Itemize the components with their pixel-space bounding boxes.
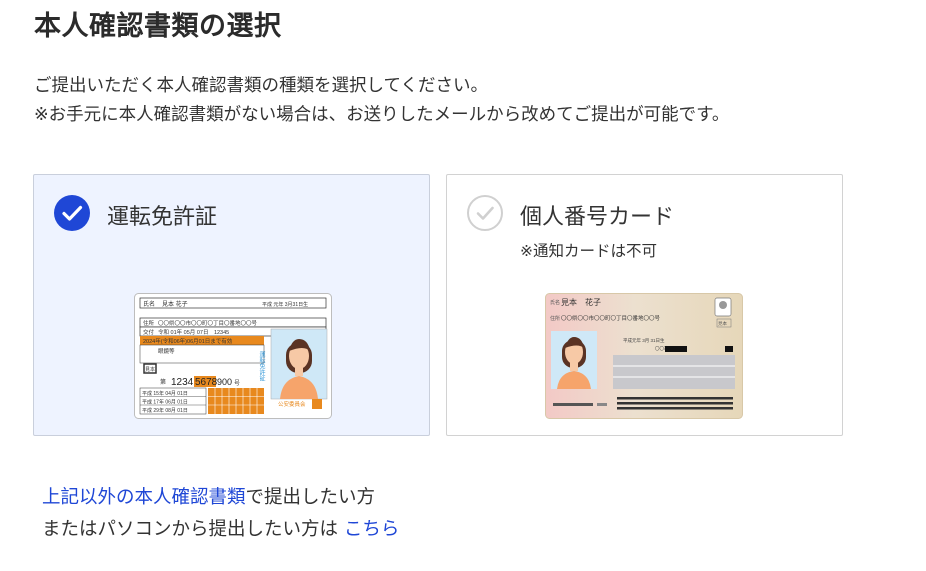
footer-line-1: 上記以外の本人確認書類で提出したい方: [42, 482, 399, 514]
license-number-suffix: 号: [234, 380, 240, 387]
license-name: 見本 花子: [162, 300, 188, 308]
license-address-tag: 住所: [143, 319, 155, 327]
license-authority: 公安委員会: [278, 400, 306, 408]
option-drivers-license[interactable]: 運転免許証 氏名 見本 花子 平成 元年 3月31日生 住所 〇〇県〇〇市〇〇町…: [33, 174, 430, 436]
drivers-license-image: 氏名 見本 花子 平成 元年 3月31日生 住所 〇〇県〇〇市〇〇町〇丁目〇番地…: [134, 293, 332, 419]
license-issue: 令和 01年 05月 07日 12345: [158, 328, 229, 336]
page-description: ご提出いただく本人確認書類の種類を選択してください。 ※お手元に本人確認書類がな…: [34, 72, 729, 130]
license-history-2: 平成 17年 06月 01日: [142, 399, 188, 406]
description-line-2: ※お手元に本人確認書類がない場合は、お送りしたメールから改めてご提出が可能です。: [34, 105, 730, 125]
footer-line-2: またはパソコンから提出したい方は こちら: [42, 514, 399, 546]
license-birth: 平成 元年 3月31日生: [262, 301, 308, 308]
check-circle-outline-icon: [467, 195, 503, 231]
license-type-vertical: 運転免許証: [258, 351, 265, 382]
my-number-card-image: 氏名 見本 花子 住所 〇〇県〇〇市〇〇町〇丁目〇番地〇〇号 平成元年 3月 3…: [545, 293, 743, 419]
license-history-1: 平成 15年 04月 01日: [142, 390, 188, 397]
pc-submission-link[interactable]: こちら: [344, 519, 400, 540]
license-issue-tag: 交付: [143, 328, 155, 336]
mynumber-note-1: 平成元年 3月 31日生: [623, 337, 665, 344]
license-address: 〇〇県〇〇市〇〇町〇丁目〇番地〇〇号: [158, 319, 258, 327]
license-validity: 2024年(令和06年)06月01日まで有効: [143, 337, 233, 345]
mynumber-name: 見本 花子: [561, 297, 601, 307]
footer-text-2: またはパソコンから提出したい方は: [42, 519, 344, 540]
license-condition: 眼鏡等: [158, 347, 175, 355]
license-number-tag: 第: [160, 378, 166, 386]
description-line-1: ご提出いただく本人確認書類の種類を選択してください。: [34, 76, 488, 96]
mynumber-address-tag: 住所: [550, 315, 560, 322]
footer-text-1: で提出したい方: [245, 487, 376, 508]
license-name-tag: 氏名: [143, 300, 155, 308]
check-circle-filled-icon: [54, 195, 90, 231]
page-title: 本人確認書類の選択: [34, 11, 282, 42]
option-my-number-card[interactable]: 個人番号カード ※通知カードは不可 氏名 見本 花子 住所 〇〇県〇〇市〇〇町〇…: [446, 174, 843, 436]
option-label: 運転免許証: [107, 205, 218, 230]
license-number-c: 900: [217, 377, 232, 387]
other-documents-link[interactable]: 上記以外の本人確認書類: [42, 487, 246, 508]
mynumber-sample-stamp: 見本: [718, 320, 727, 327]
option-label: 個人番号カード: [520, 205, 675, 230]
license-number-a: 1234: [171, 377, 194, 388]
option-note: ※通知カードは不可: [520, 242, 657, 260]
license-history-3: 平成 29年 08月 01日: [142, 407, 188, 414]
mynumber-name-tag: 氏名: [550, 299, 560, 306]
mynumber-address: 〇〇県〇〇市〇〇町〇丁目〇番地〇〇号: [561, 314, 661, 322]
license-number-b: 5678: [195, 377, 218, 388]
license-sample-stamp: 見本: [145, 366, 155, 373]
alternative-submission: 上記以外の本人確認書類で提出したい方 またはパソコンから提出したい方は こちら: [42, 482, 399, 546]
